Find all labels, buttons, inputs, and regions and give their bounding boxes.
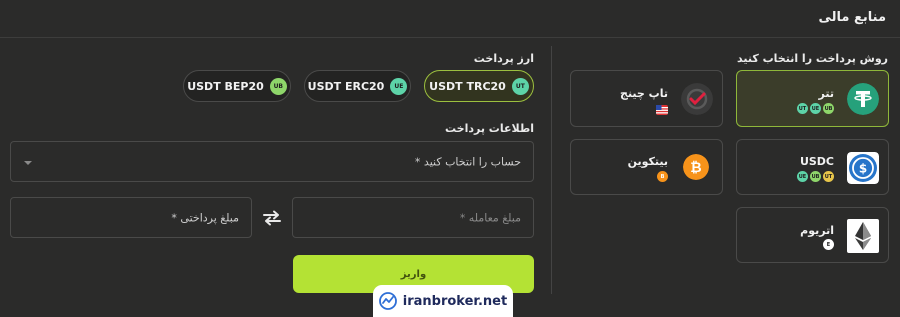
currency-option-bep20[interactable]: USDT BEP20 UB	[183, 70, 291, 102]
method-name: USDC	[799, 155, 834, 168]
trade-amount-input[interactable]: مبلغ معامله *	[292, 197, 534, 238]
method-name: اتریوم	[800, 224, 834, 237]
tether-icon	[847, 83, 879, 115]
method-bitcoin[interactable]: ₿ بیتکوین B	[570, 139, 723, 195]
method-tether[interactable]: تتر UT UE UB	[736, 70, 889, 127]
page-title: منابع مالی	[818, 10, 887, 25]
method-topchange[interactable]: تاپ چینج	[570, 70, 723, 127]
badge-b: B	[657, 171, 668, 182]
column-divider	[551, 46, 552, 294]
badge-ut: UT	[797, 103, 808, 114]
ethereum-icon	[847, 219, 879, 253]
account-select[interactable]: حساب را انتخاب کنید *	[10, 141, 534, 182]
svg-text:$: $	[859, 162, 867, 176]
network-tag: UT	[511, 77, 529, 95]
badge-ue: UE	[810, 103, 821, 114]
currency-option-label: USDT BEP20	[187, 79, 264, 93]
network-tag: UB	[269, 77, 287, 95]
badge-ue: UE	[797, 171, 808, 182]
badge-ub: UB	[810, 171, 821, 182]
network-badges: UE UB UT	[797, 171, 834, 182]
network-badges: UT UE UB	[797, 103, 834, 114]
currency-option-label: USDT TRC20	[429, 79, 506, 93]
payment-method-label: روش پرداخت را انتخاب کنید	[737, 52, 888, 65]
trade-amount-placeholder: مبلغ معامله *	[459, 211, 521, 224]
us-flag-icon	[656, 105, 668, 115]
swap-arrows-icon[interactable]	[262, 210, 282, 226]
usdc-icon: $	[847, 152, 879, 184]
header: منابع مالی	[0, 0, 900, 38]
chevron-down-icon	[24, 161, 32, 165]
method-usdc[interactable]: $ USDC UE UB UT	[736, 139, 889, 195]
pay-amount-placeholder: مبلغ پرداختی *	[171, 211, 239, 224]
method-name: تتر	[818, 87, 834, 100]
network-badges: B	[657, 171, 668, 182]
bitcoin-icon: ₿	[683, 154, 709, 180]
currency-option-label: USDT ERC20	[307, 79, 385, 93]
payment-info-label: اطلاعات پرداخت	[445, 122, 534, 135]
badge-ub: UB	[823, 103, 834, 114]
watermark-text: iranbroker.net	[402, 293, 508, 309]
iranbroker-logo-icon	[378, 292, 397, 310]
badge-e: E	[823, 239, 834, 250]
method-name: بیتکوین	[627, 155, 668, 168]
watermark: iranbroker.net	[373, 285, 513, 317]
network-tag: UE	[390, 77, 408, 95]
pay-amount-input[interactable]: مبلغ پرداختی *	[10, 197, 252, 238]
currency-option-erc20[interactable]: USDT ERC20 UE	[304, 70, 411, 102]
topchange-icon	[681, 83, 713, 115]
currency-option-trc20[interactable]: USDT TRC20 UT	[424, 70, 534, 102]
svg-text:₿: ₿	[690, 160, 701, 176]
method-name: تاپ چینج	[620, 87, 668, 100]
network-badges: E	[823, 239, 834, 250]
account-select-placeholder: حساب را انتخاب کنید *	[414, 155, 521, 168]
currency-label: ارز پرداخت	[473, 52, 534, 65]
method-ethereum[interactable]: اتریوم E	[736, 207, 889, 263]
badge-ut: UT	[823, 171, 834, 182]
